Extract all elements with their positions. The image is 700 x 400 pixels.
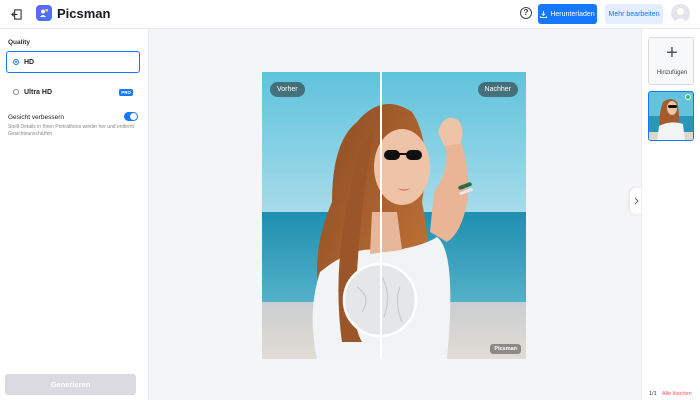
after-label: Nachher <box>477 82 518 97</box>
portrait-photo <box>262 72 526 359</box>
exit-icon <box>11 9 22 20</box>
download-icon <box>540 10 548 18</box>
chevron-right-icon <box>634 197 639 205</box>
settings-panel: Quality HD Ultra HD PRO Gesicht verbesse… <box>0 29 149 400</box>
quality-option-hd[interactable]: HD <box>6 51 140 73</box>
gallery-thumbnail[interactable] <box>648 91 694 141</box>
picsman-logo-icon <box>36 5 52 21</box>
exit-button[interactable] <box>8 6 25 23</box>
face-enhance-label: Gesicht verbessern <box>8 114 64 121</box>
pro-badge: PRO <box>119 89 133 96</box>
help-icon: ? <box>523 8 529 17</box>
before-label: Vorher <box>270 82 305 97</box>
user-icon <box>673 8 688 23</box>
face-enhance-toggle[interactable] <box>124 112 138 121</box>
plus-icon: + <box>666 42 678 64</box>
more-edit-button[interactable]: Mehr bearbeiten <box>605 4 663 24</box>
download-button[interactable]: Herunterladen <box>538 4 597 24</box>
delete-all-button[interactable]: Alle löschen <box>662 391 692 397</box>
quality-option-label: Ultra HD <box>24 88 53 96</box>
generate-button[interactable]: Generieren <box>5 374 136 395</box>
app-name: Picsman <box>57 6 111 21</box>
comparison-divider[interactable] <box>380 72 382 359</box>
more-edit-label: Mehr bearbeiten <box>608 10 660 18</box>
top-bar: Picsman ? Herunterladen Mehr bearbeiten <box>0 0 700 29</box>
gallery-panel: + Hinzufügen 1/1 Alle löschen <box>641 29 700 400</box>
watermark: Picsman <box>490 344 521 354</box>
add-image-button[interactable]: + Hinzufügen <box>648 37 694 85</box>
quality-option-label: HD <box>24 58 35 66</box>
comparison-image[interactable]: Vorher Nachher Picsman <box>262 72 526 359</box>
quality-option-ultra-hd[interactable]: Ultra HD PRO <box>6 81 140 103</box>
download-label: Herunterladen <box>550 10 595 18</box>
image-count: 1/1 <box>649 391 657 397</box>
user-avatar[interactable] <box>671 4 690 23</box>
radio-unselected-icon <box>13 89 19 95</box>
quality-heading: Quality <box>8 39 31 46</box>
generate-label: Generieren <box>50 380 91 389</box>
help-button[interactable]: ? <box>520 7 532 19</box>
selected-check-icon <box>685 94 691 100</box>
radio-selected-icon <box>13 59 19 65</box>
preview-canvas: Vorher Nachher Picsman <box>149 29 639 400</box>
face-enhance-description: Stellt Details in Ihren Porträtfotos wie… <box>8 124 134 137</box>
add-image-label: Hinzufügen <box>656 70 688 76</box>
